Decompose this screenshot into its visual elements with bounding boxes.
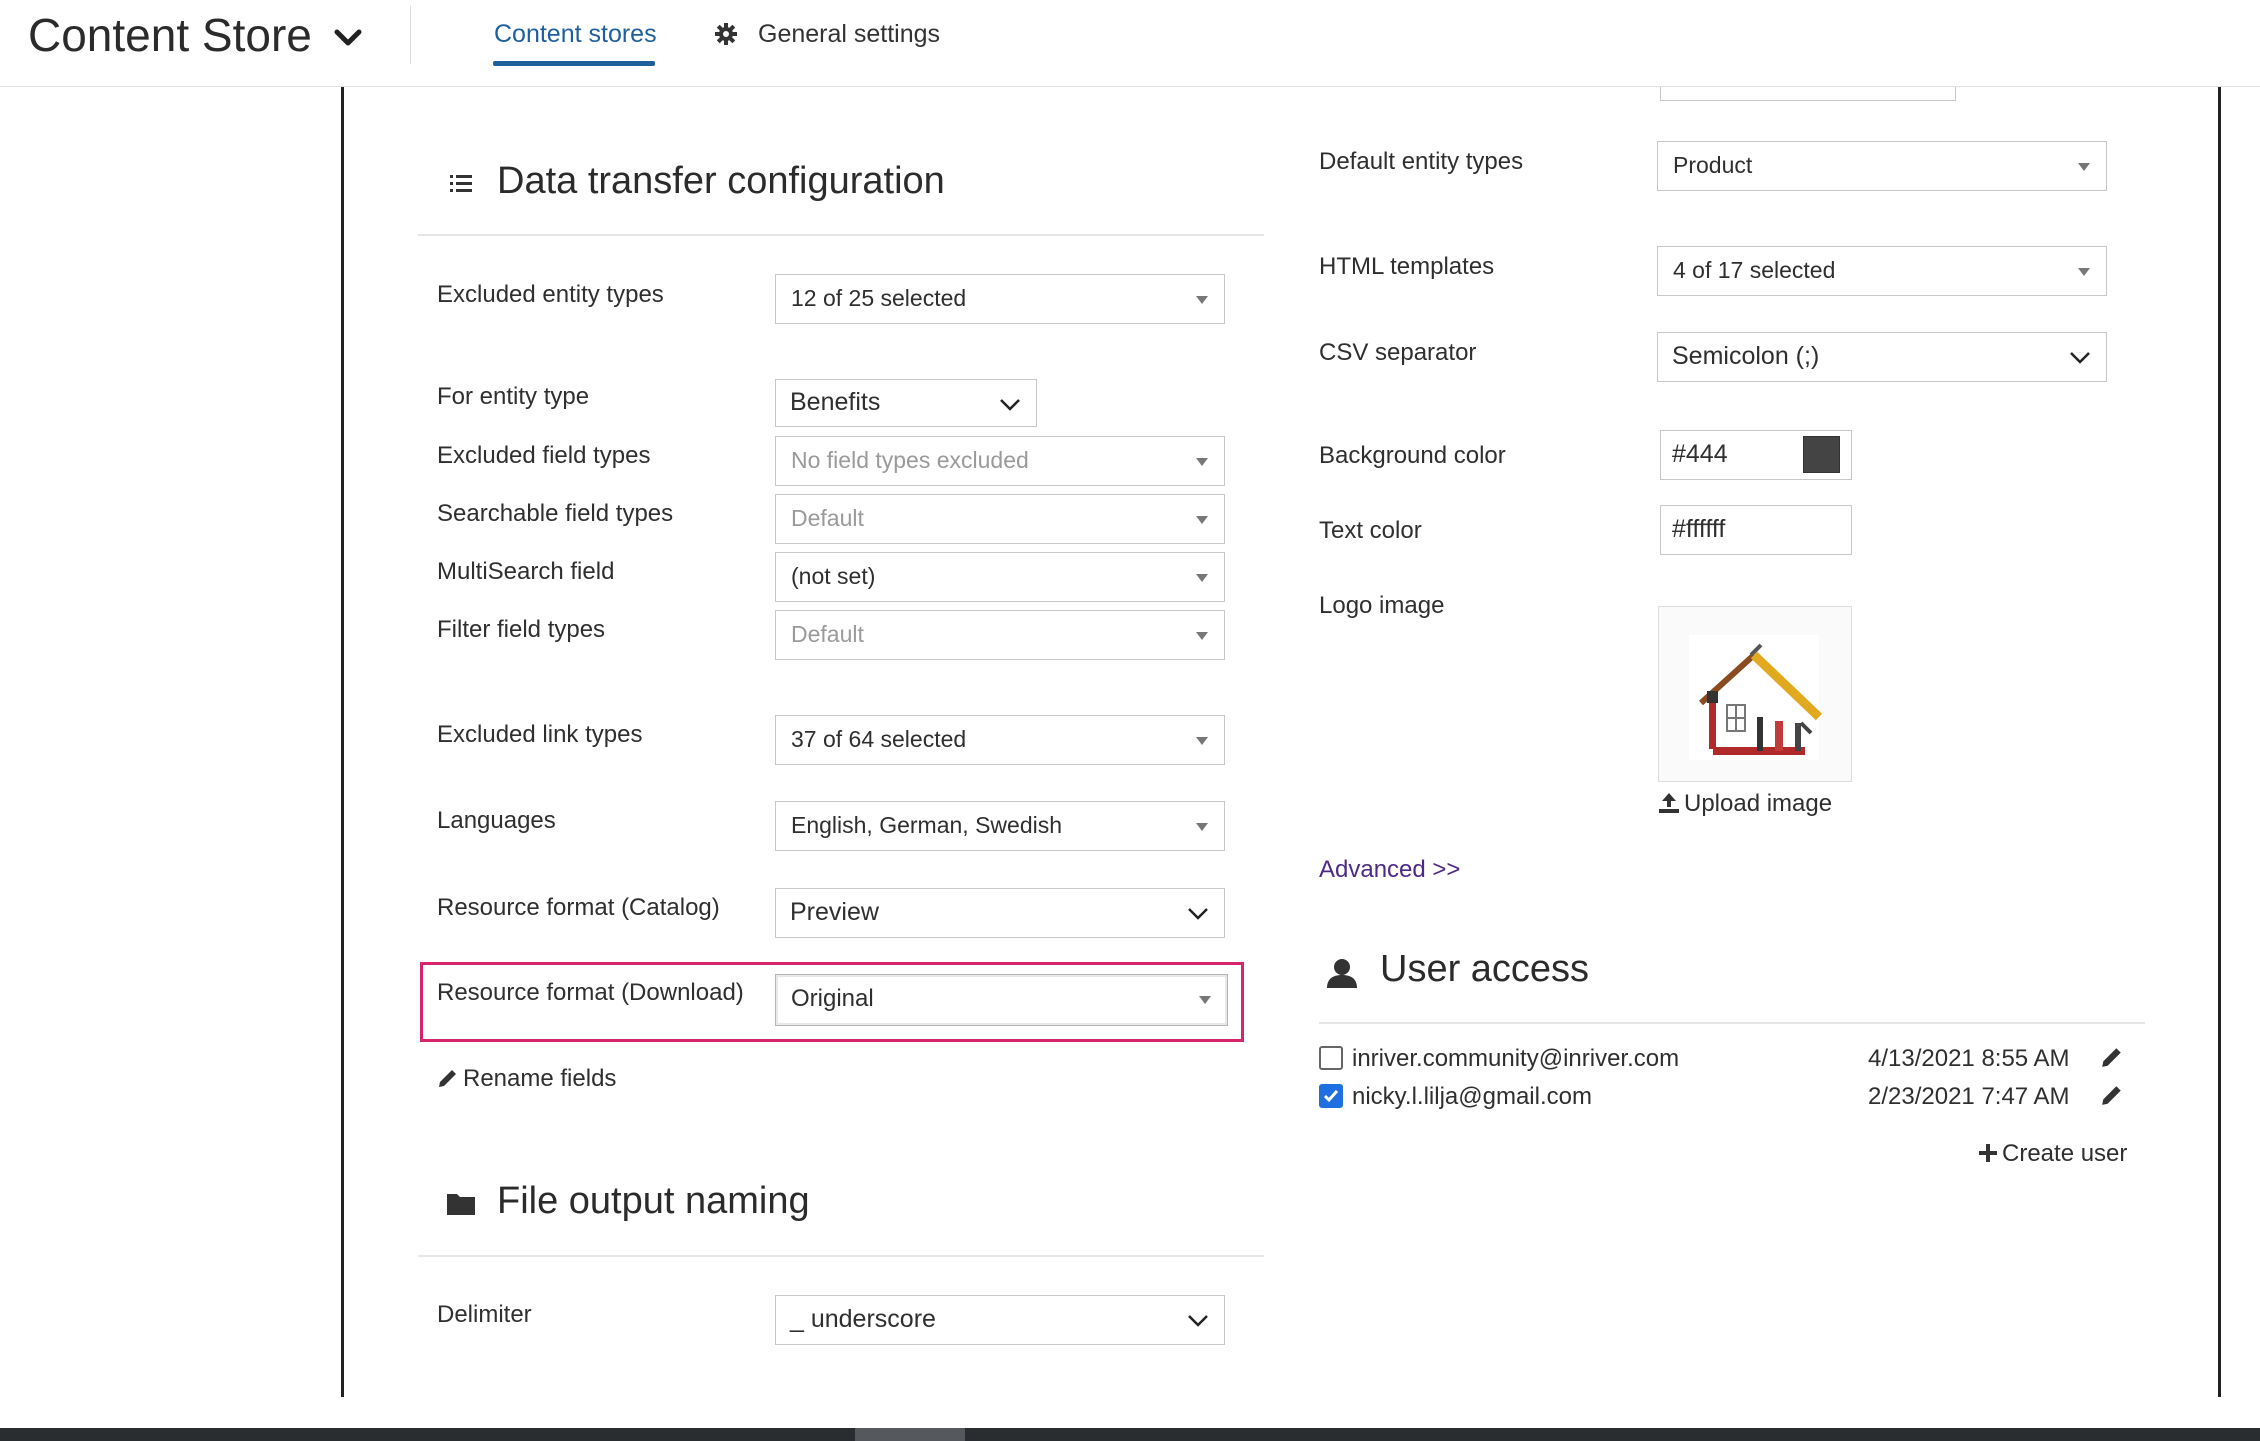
chevron-down-icon[interactable] (332, 24, 364, 52)
tab-general-settings[interactable]: General settings (758, 20, 940, 49)
pencil-icon (439, 1070, 456, 1087)
label-languages: Languages (437, 807, 556, 834)
tab-content-stores[interactable]: Content stores (494, 20, 657, 49)
excluded-entity-types-select[interactable]: 12 of 25 selected (775, 274, 1225, 324)
label-searchable-field-types: Searchable field types (437, 500, 674, 527)
label-resource-format-catalog: Resource format (Catalog) (437, 894, 720, 921)
rename-fields-link[interactable]: Rename fields (463, 1065, 616, 1093)
multisearch-field-select[interactable]: (not set) (775, 552, 1225, 602)
user-checkbox[interactable] (1319, 1084, 1343, 1108)
app-title[interactable]: Content Store (28, 8, 312, 62)
resource-format-catalog-select[interactable]: Preview (775, 888, 1225, 938)
list-icon (450, 175, 472, 192)
user-icon (1327, 959, 1357, 988)
html-templates-select[interactable]: 4 of 17 selected (1657, 246, 2107, 296)
text-color-input[interactable]: #ffffff (1660, 505, 1852, 555)
label-logo-image: Logo image (1319, 592, 1445, 619)
check-icon (1323, 1090, 1339, 1103)
dropdown-arrow-icon (1196, 574, 1208, 582)
divider (410, 6, 411, 64)
user-email: inriver.community@inriver.com (1352, 1045, 1680, 1072)
chevron-down-icon (1188, 1315, 1208, 1327)
resource-format-download-select[interactable]: Original (775, 974, 1228, 1026)
scroll-handle[interactable] (855, 1428, 965, 1441)
upload-image-button[interactable]: Upload image (1684, 790, 1832, 818)
plus-icon (1979, 1144, 1997, 1162)
dropdown-arrow-icon (1196, 823, 1208, 831)
user-date: 4/13/2021 8:55 AM (1868, 1045, 2070, 1072)
dropdown-arrow-icon (1196, 458, 1208, 466)
content-border-right (2218, 87, 2221, 1397)
edit-pencil-icon[interactable] (2100, 1083, 2124, 1107)
logo-image-preview[interactable] (1658, 606, 1852, 782)
top-bar: Content Store Content stores General set… (0, 0, 2260, 87)
section-title-data-transfer: Data transfer configuration (497, 160, 945, 202)
edit-pencil-icon[interactable] (2100, 1045, 2124, 1069)
active-tab-indicator (493, 61, 655, 66)
upload-icon (1659, 793, 1679, 813)
section-divider (1319, 1022, 2145, 1024)
partial-input-above (1660, 87, 1956, 101)
section-divider (418, 1255, 1264, 1257)
delimiter-select[interactable]: _ underscore (775, 1295, 1225, 1345)
for-entity-type-select[interactable]: Benefits (775, 379, 1037, 427)
label-html-templates: HTML templates (1319, 253, 1495, 280)
label-delimiter: Delimiter (437, 1301, 532, 1328)
csv-separator-select[interactable]: Semicolon (;) (1657, 332, 2107, 382)
dropdown-arrow-icon (1196, 632, 1208, 640)
gear-icon (715, 23, 737, 45)
user-checkbox[interactable] (1319, 1046, 1343, 1070)
label-excluded-entity-types: Excluded entity types (437, 281, 664, 308)
excluded-field-types-select[interactable]: No field types excluded (775, 436, 1225, 486)
section-title-file-output: File output naming (497, 1180, 810, 1222)
default-entity-types-select[interactable]: Product (1657, 141, 2107, 191)
label-excluded-field-types: Excluded field types (437, 442, 651, 469)
content-border-left (341, 87, 344, 1397)
color-swatch[interactable] (1803, 436, 1840, 473)
label-for-entity-type: For entity type (437, 383, 590, 410)
dropdown-arrow-icon (1199, 996, 1211, 1004)
house-logo-image (1689, 635, 1823, 760)
user-email: nicky.l.lilja@gmail.com (1352, 1083, 1592, 1110)
section-divider (418, 234, 1264, 236)
dropdown-arrow-icon (1196, 296, 1208, 304)
label-resource-format-download: Resource format (Download) (437, 979, 744, 1006)
dropdown-arrow-icon (2078, 163, 2090, 171)
chevron-down-icon (2070, 352, 2090, 364)
label-multisearch-field: MultiSearch field (437, 558, 615, 585)
taskbar (0, 1428, 2260, 1441)
dropdown-arrow-icon (1196, 516, 1208, 524)
label-filter-field-types: Filter field types (437, 616, 606, 643)
label-text-color: Text color (1319, 517, 1422, 544)
label-default-entity-types: Default entity types (1319, 148, 1524, 175)
label-background-color: Background color (1319, 442, 1506, 469)
label-excluded-link-types: Excluded link types (437, 721, 643, 748)
create-user-button[interactable]: Create user (2002, 1140, 2127, 1168)
chevron-down-icon (1000, 399, 1020, 411)
excluded-link-types-select[interactable]: 37 of 64 selected (775, 715, 1225, 765)
dropdown-arrow-icon (1196, 737, 1208, 745)
searchable-field-types-select[interactable]: Default (775, 494, 1225, 544)
chevron-down-icon (1188, 908, 1208, 920)
user-date: 2/23/2021 7:47 AM (1868, 1083, 2070, 1110)
folder-icon (447, 1194, 475, 1215)
filter-field-types-select[interactable]: Default (775, 610, 1225, 660)
section-title-user-access: User access (1380, 948, 1590, 990)
label-csv-separator: CSV separator (1319, 339, 1477, 366)
dropdown-arrow-icon (2078, 268, 2090, 276)
advanced-link[interactable]: Advanced >> (1319, 856, 1460, 884)
languages-select[interactable]: English, German, Swedish (775, 801, 1225, 851)
